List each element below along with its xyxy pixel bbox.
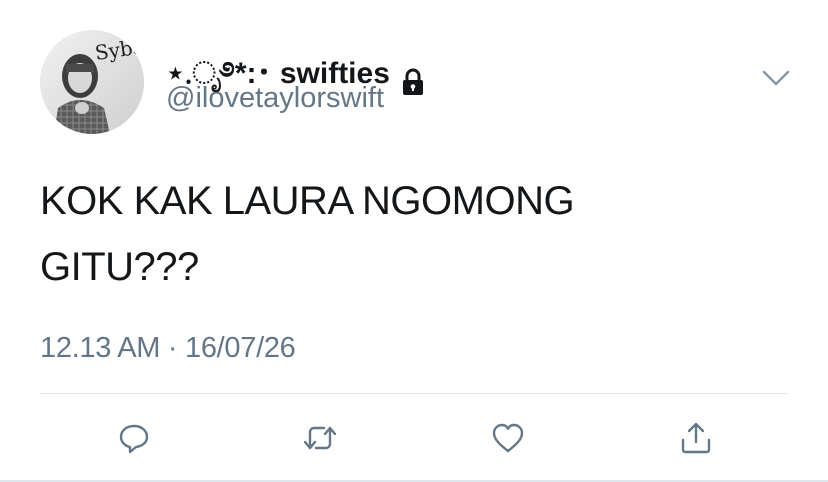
avatar-image: Sybau	[40, 30, 144, 134]
avatar[interactable]: Sybau	[40, 30, 144, 134]
share-icon	[681, 422, 711, 454]
divider	[40, 393, 788, 394]
user-handle[interactable]: @ilovetaylorswift	[166, 82, 384, 115]
tweet-actions-bar	[0, 408, 828, 468]
retweet-icon	[303, 426, 337, 450]
chevron-down-icon[interactable]	[760, 66, 792, 90]
reply-button[interactable]	[114, 418, 154, 458]
lock-icon	[398, 67, 428, 97]
tweet-text: KOK KAK LAURA NGOMONG GITU???	[40, 168, 780, 300]
like-button[interactable]	[488, 418, 528, 458]
tweet-timestamp[interactable]: 12.13 AM · 16/07/26	[40, 332, 296, 365]
tweet-text-line: KOK KAK LAURA NGOMONG	[40, 179, 575, 223]
retweet-button[interactable]	[300, 418, 340, 458]
share-button[interactable]	[676, 418, 716, 458]
reply-icon	[119, 424, 149, 454]
tweet-text-line: GITU???	[40, 245, 199, 289]
heart-icon	[492, 423, 524, 453]
